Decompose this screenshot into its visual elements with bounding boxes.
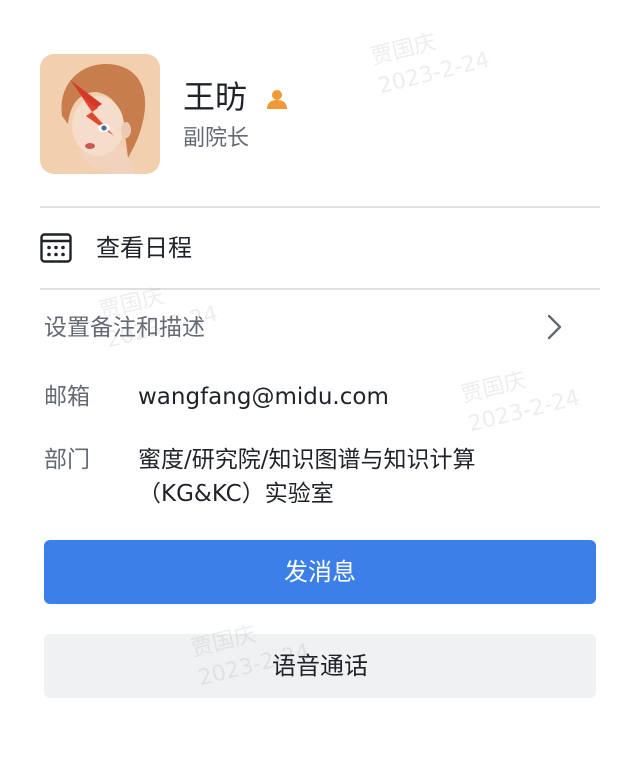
calendar-icon [40,232,72,264]
profile-title: 副院长 [183,126,250,151]
divider [40,206,600,208]
avatar-image [40,54,160,174]
chevron-right-icon [544,312,564,342]
watermark: 贾国庆2023-2-24 [368,29,493,100]
email-value[interactable]: wangfang@midu.com [138,380,558,414]
view-calendar-label: 查看日程 [96,234,192,262]
email-label: 邮箱 [44,384,90,410]
voice-call-button[interactable]: 语音通话 [44,634,596,698]
profile-name: 王昉 [183,78,248,116]
set-remark-label: 设置备注和描述 [44,315,205,341]
profile-card: 王昉 副院长 查看日程 设置备注和描述 邮箱 wangfang@midu.com… [0,0,640,760]
view-calendar-row[interactable]: 查看日程 [40,222,600,278]
person-leader-icon [264,86,290,112]
department-value[interactable]: 蜜度/研究院/知识图谱与知识计算（KG&KC）实验室 [138,443,558,511]
divider [40,288,600,290]
set-remark-row[interactable]: 设置备注和描述 [40,306,600,352]
department-label: 部门 [44,447,90,473]
avatar[interactable] [40,54,160,174]
send-message-button[interactable]: 发消息 [44,540,596,604]
